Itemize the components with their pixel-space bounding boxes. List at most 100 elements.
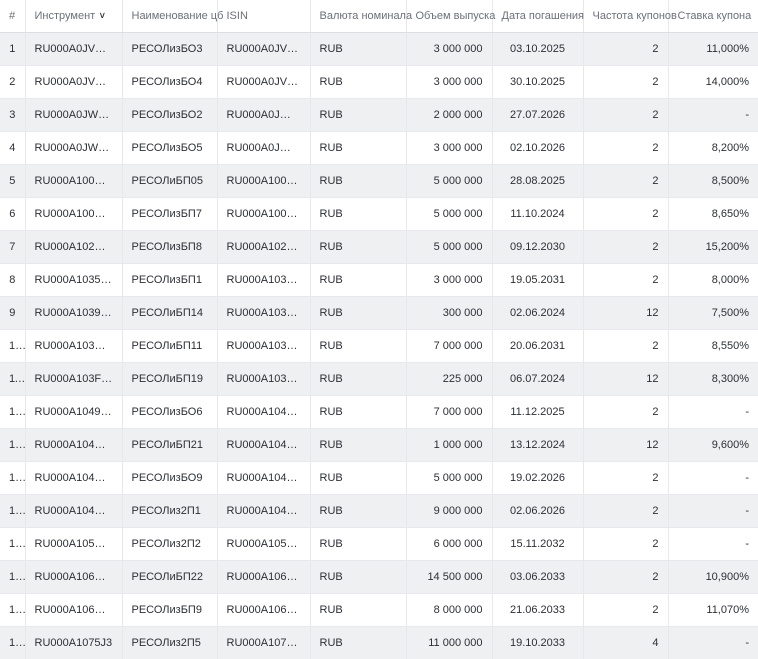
- column-header-maturity-label: Дата погашения: [501, 9, 585, 22]
- cell-frequency: 2: [583, 560, 669, 594]
- table-header-row: # Инструмент ∨ Наименование цб ISIN Валют…: [0, 0, 758, 33]
- cell-maturity: 11.10.2024: [492, 197, 584, 231]
- cell-maturity: 11.12.2025: [492, 395, 584, 429]
- cell-currency: RUB: [310, 329, 407, 363]
- cell-volume: 6 000 000: [406, 527, 493, 561]
- cell-volume: 14 500 000: [406, 560, 493, 594]
- cell-name: РЕСОЛиБП11: [122, 329, 218, 363]
- column-header-currency[interactable]: Валюта номинала: [310, 0, 412, 33]
- cell-volume: 9 000 000: [406, 494, 493, 528]
- table-row[interactable]: 12 RU000A1049Y7 РЕСОЛизБО6 RU000A1049Y7 RUB 7…: [0, 395, 758, 429]
- table-row[interactable]: 15 RU000A104V26 РЕСОЛиз2П1 RU000A104V26 RUB 9…: [0, 494, 758, 528]
- cell-num: 1: [0, 32, 26, 66]
- column-header-name-label: Наименование цб: [131, 9, 224, 22]
- column-header-instrument[interactable]: Инструмент ∨: [25, 0, 123, 33]
- cell-name: РЕСОЛиБП05: [122, 164, 218, 198]
- cell-num: 13: [0, 428, 26, 462]
- table-row[interactable]: 16 RU000A105HH3 РЕСОЛиз2П2 RU000A105HH3 RUB 6…: [0, 527, 758, 561]
- table-row[interactable]: 2 RU000A0JVXS5 РЕСОЛизБО4 RU000A0JVXS5 RUB 3 …: [0, 65, 758, 99]
- cell-volume: 5 000 000: [406, 164, 493, 198]
- table-row[interactable]: 8 RU000A1035H1 РЕСОЛизБП1 RU000A1035H1 RUB 3 …: [0, 263, 758, 297]
- table-row[interactable]: 10 RU000A103C53 РЕСОЛиБП11 RU000A103C53 RUB 7…: [0, 329, 758, 363]
- column-header-frequency[interactable]: Частота купонов: [583, 0, 677, 33]
- cell-name: РЕСОЛизБП1: [122, 263, 218, 297]
- cell-maturity: 30.10.2025: [492, 65, 584, 99]
- column-header-name[interactable]: Наименование цб: [122, 0, 223, 33]
- cell-maturity: 09.12.2030: [492, 230, 584, 264]
- cell-isin: RU000A104KW9: [217, 461, 311, 495]
- cell-rate: 9,600%: [668, 428, 758, 462]
- cell-rate: 8,650%: [668, 197, 758, 231]
- table-row[interactable]: 3 RU000A0JWPF6 РЕСОЛизБО2 RU000A0JWPF6 RUB 2 …: [0, 98, 758, 132]
- column-header-rate[interactable]: Ставка купона: [668, 0, 758, 33]
- table-row[interactable]: 11 RU000A103F68 РЕСОЛиБП19 RU000A103F68 RUB 2…: [0, 362, 758, 396]
- table-row[interactable]: 14 RU000A104KW9 РЕСОЛизБО9 RU000A104KW9 RUB 5…: [0, 461, 758, 495]
- table-row[interactable]: 18 RU000A106GH3 РЕСОЛизБП9 RU000A106GH3 RUB 8…: [0, 593, 758, 627]
- cell-maturity: 20.06.2031: [492, 329, 584, 363]
- cell-name: РЕСОЛиз2П2: [122, 527, 218, 561]
- cell-volume: 3 000 000: [406, 65, 493, 99]
- column-header-maturity[interactable]: Дата погашения: [492, 0, 585, 33]
- cell-isin: RU000A103F68: [217, 362, 311, 396]
- cell-currency: RUB: [310, 593, 407, 627]
- cell-isin: RU000A100NS9: [217, 164, 311, 198]
- table-row[interactable]: 6 RU000A100XU4 РЕСОЛизБП7 RU000A100XU4 RUB 5 …: [0, 197, 758, 231]
- chevron-down-icon[interactable]: ∨: [99, 10, 107, 21]
- cell-name: РЕСОЛизБО6: [122, 395, 218, 429]
- cell-frequency: 2: [583, 395, 669, 429]
- cell-name: РЕСОЛиз2П1: [122, 494, 218, 528]
- column-header-instrument-label: Инструмент: [34, 9, 96, 22]
- cell-frequency: 2: [583, 65, 669, 99]
- table-header: # Инструмент ∨ Наименование цб ISIN Валют…: [0, 0, 758, 33]
- cell-num: 17: [0, 560, 26, 594]
- cell-num: 10: [0, 329, 26, 363]
- cell-frequency: 2: [583, 263, 669, 297]
- cell-maturity: 21.06.2033: [492, 593, 584, 627]
- cell-name: РЕСОЛизБП7: [122, 197, 218, 231]
- cell-maturity: 02.10.2026: [492, 131, 584, 165]
- table-row[interactable]: 1 RU000A0JVUS1 РЕСОЛизБО3 RU000A0JVUS1 RUB 3 …: [0, 32, 758, 66]
- column-header-volume[interactable]: Объем выпуска: [406, 0, 495, 33]
- cell-rate: 8,300%: [668, 362, 758, 396]
- cell-name: РЕСОЛизБО3: [122, 32, 218, 66]
- cell-name: РЕСОЛизБП8: [122, 230, 218, 264]
- table-row[interactable]: 4 RU000A0JWVT5 РЕСОЛизБО5 RU000A0JWVT5 RUB 3 …: [0, 131, 758, 165]
- cell-isin: RU000A0JVUS1: [217, 32, 311, 66]
- cell-num: 5: [0, 164, 26, 198]
- cell-instrument: RU000A104CL9: [25, 428, 123, 462]
- cell-frequency: 2: [583, 164, 669, 198]
- cell-rate: -: [668, 494, 758, 528]
- table-row[interactable]: 19 RU000A1075J3 РЕСОЛиз2П5 RU000A1075J3 RUB 1…: [0, 626, 758, 659]
- column-header-volume-label: Объем выпуска: [415, 9, 496, 22]
- table-row[interactable]: 7 RU000A102K39 РЕСОЛизБП8 RU000A102K39 RUB 5 …: [0, 230, 758, 264]
- cell-rate: -: [668, 626, 758, 659]
- table-row[interactable]: 13 RU000A104CL9 РЕСОЛиБП21 RU000A104CL9 RUB 1…: [0, 428, 758, 462]
- cell-rate: 11,000%: [668, 32, 758, 66]
- cell-instrument: RU000A106DP3: [25, 560, 123, 594]
- cell-currency: RUB: [310, 131, 407, 165]
- column-header-isin[interactable]: ISIN: [217, 0, 311, 33]
- cell-volume: 300 000: [406, 296, 493, 330]
- cell-frequency: 2: [583, 32, 669, 66]
- cell-name: РЕСОЛизБО4: [122, 65, 218, 99]
- table-row[interactable]: 17 RU000A106DP3 РЕСОЛиБП22 RU000A106DP3 RUB 1…: [0, 560, 758, 594]
- cell-volume: 5 000 000: [406, 197, 493, 231]
- cell-maturity: 19.05.2031: [492, 263, 584, 297]
- cell-maturity: 03.06.2033: [492, 560, 584, 594]
- table-row[interactable]: 5 RU000A100NS9 РЕСОЛиБП05 RU000A100NS9 RUB 5 …: [0, 164, 758, 198]
- cell-num: 16: [0, 527, 26, 561]
- column-header-num[interactable]: #: [0, 0, 26, 33]
- table-row[interactable]: 9 RU000A1039F7 РЕСОЛиБП14 RU000A1039F7 RUB 30…: [0, 296, 758, 330]
- cell-instrument: RU000A100NS9: [25, 164, 123, 198]
- cell-name: РЕСОЛизБО9: [122, 461, 218, 495]
- cell-currency: RUB: [310, 494, 407, 528]
- cell-volume: 8 000 000: [406, 593, 493, 627]
- cell-currency: RUB: [310, 296, 407, 330]
- cell-rate: -: [668, 98, 758, 132]
- cell-name: РЕСОЛиБП14: [122, 296, 218, 330]
- cell-currency: RUB: [310, 461, 407, 495]
- cell-instrument: RU000A104V26: [25, 494, 123, 528]
- cell-instrument: RU000A106GH3: [25, 593, 123, 627]
- cell-currency: RUB: [310, 98, 407, 132]
- cell-num: 8: [0, 263, 26, 297]
